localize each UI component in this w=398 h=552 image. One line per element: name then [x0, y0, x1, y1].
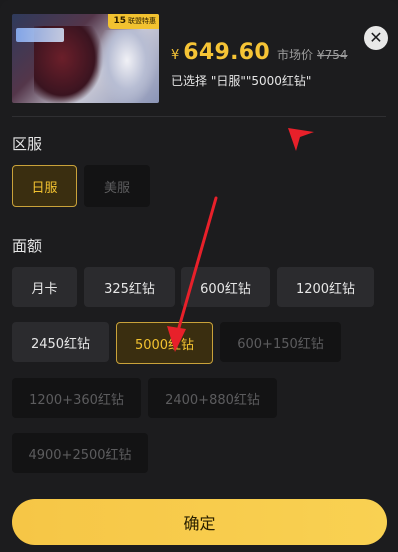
amount-option-label: 2400+880红钻: [165, 392, 260, 408]
amount-option-1200-360[interactable]: 1200+360红钻: [12, 378, 141, 418]
server-section-title: 区服: [12, 135, 43, 153]
amount-option-label: 1200红钻: [295, 281, 356, 297]
confirm-button[interactable]: 确定: [12, 499, 387, 545]
market-price-label: 市场价: [276, 48, 313, 62]
market-price-value: ¥754: [317, 48, 348, 62]
discount-badge: 15 联盟特惠: [108, 14, 159, 29]
amount-option-325[interactable]: 325红钻: [84, 267, 175, 307]
amount-option-label: 325红钻: [104, 281, 155, 297]
annotation-arrowhead-small: [288, 128, 314, 151]
amount-option-600[interactable]: 600红钻: [181, 267, 270, 307]
server-option-jp[interactable]: 日服: [12, 165, 77, 207]
price-row: ¥ 649.60 市场价 ¥754: [171, 40, 348, 68]
game-logo: [16, 28, 64, 42]
close-button[interactable]: ✕: [364, 26, 388, 50]
amount-option-label: 月卡: [31, 281, 58, 297]
amount-option-label: 2450红钻: [30, 336, 91, 352]
server-option-us[interactable]: 美服: [84, 165, 150, 207]
header-divider: [12, 116, 386, 117]
amount-option-label: 600+150红钻: [237, 336, 324, 352]
amount-option-label: 5000红钻: [134, 337, 195, 353]
confirm-button-label: 确定: [183, 514, 216, 533]
amount-option-label: 600红钻: [200, 281, 251, 297]
purchase-sheet: 15 联盟特惠 ¥ 649.60 市场价 ¥754 已选择 "日服""5000红钻…: [0, 0, 398, 552]
amount-option-monthly-card[interactable]: 月卡: [12, 267, 77, 307]
server-option-label: 美服: [103, 180, 130, 196]
amount-option-label: 4900+2500红钻: [28, 447, 132, 463]
close-icon: ✕: [369, 28, 383, 47]
amount-option-2450[interactable]: 2450红钻: [12, 322, 109, 362]
server-option-label: 日服: [31, 180, 58, 196]
amount-section-title: 面额: [12, 237, 43, 255]
amount-option-2400-880[interactable]: 2400+880红钻: [148, 378, 277, 418]
badge-subtext: 联盟特惠: [128, 17, 156, 25]
amount-option-4900-2500[interactable]: 4900+2500红钻: [12, 433, 148, 473]
badge-number: 15: [113, 16, 126, 26]
selected-summary: 已选择 "日服""5000红钻": [171, 74, 312, 88]
amount-option-label: 1200+360红钻: [29, 392, 124, 408]
amount-option-600-150[interactable]: 600+150红钻: [220, 322, 341, 362]
amount-option-5000[interactable]: 5000红钻: [116, 322, 213, 364]
price-value: 649.60: [183, 40, 270, 65]
currency-symbol: ¥: [171, 48, 180, 63]
character-art-right: [97, 30, 157, 103]
product-thumbnail: 15 联盟特惠: [12, 14, 159, 103]
amount-option-1200[interactable]: 1200红钻: [277, 267, 374, 307]
